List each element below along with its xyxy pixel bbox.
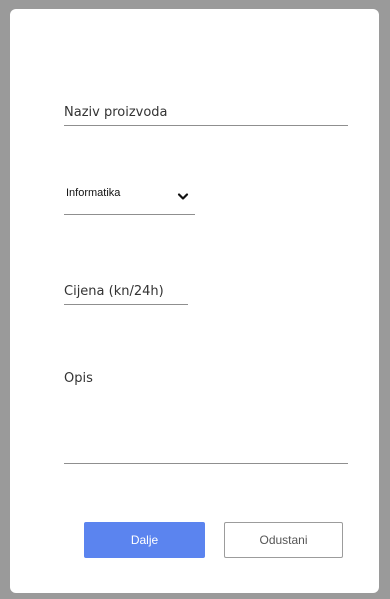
product-name-input[interactable]	[64, 99, 348, 126]
category-select-value: Informatika	[66, 187, 121, 199]
chevron-down-icon	[176, 188, 190, 200]
description-textarea[interactable]	[64, 369, 348, 464]
cancel-button[interactable]: Odustani	[224, 522, 343, 558]
category-select[interactable]: Informatika	[64, 185, 195, 215]
next-button[interactable]: Dalje	[84, 522, 205, 558]
product-form-dialog: Informatika Dalje Odustani	[10, 9, 379, 593]
price-input[interactable]	[64, 279, 188, 305]
